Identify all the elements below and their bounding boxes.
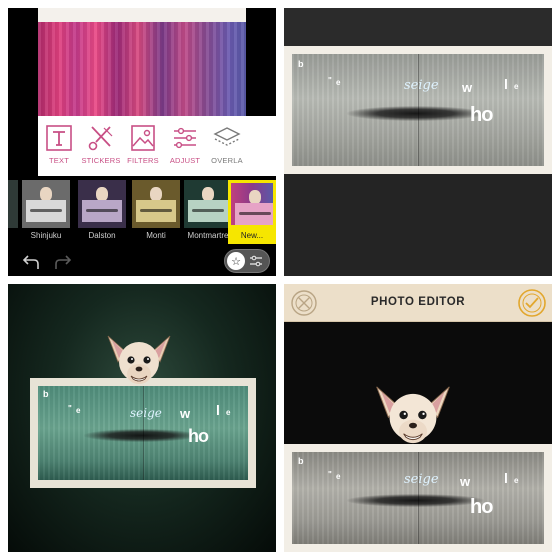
sticker-script: seige xyxy=(404,472,439,487)
dog-thumb-icon xyxy=(150,187,162,201)
sticker-letter: ho xyxy=(188,426,209,446)
sticker-letter: e xyxy=(336,78,341,87)
favorites-toggle[interactable]: ☆ xyxy=(224,249,270,273)
sticker-letter: l xyxy=(216,402,220,418)
dog-thumb-icon xyxy=(249,190,261,204)
scissors-icon xyxy=(88,126,113,151)
sticker-letter: " xyxy=(328,470,332,479)
sticker-letter: w xyxy=(460,474,471,489)
photo-image: b " e seige w l e ho xyxy=(292,54,544,166)
tune-icon xyxy=(250,255,262,267)
bottom-bar: ☆ xyxy=(8,246,276,276)
filters-tool-button[interactable]: FILTERS xyxy=(122,116,164,176)
sticker-letter: e xyxy=(336,472,341,481)
chihuahua-icon xyxy=(376,386,450,444)
photo-image: b " e seige w l e ho xyxy=(38,386,248,480)
sliders-icon xyxy=(174,127,196,149)
stickers-tool-button[interactable]: STICKERS xyxy=(80,116,122,176)
dog-thumb-icon xyxy=(202,187,214,201)
filters-tool-label: FILTERS xyxy=(127,156,159,165)
overlay-tool-label: OVERLA xyxy=(211,156,243,165)
redo-icon[interactable] xyxy=(52,252,72,272)
page-title: PHOTO EDITOR xyxy=(370,296,466,308)
filter-new[interactable]: New... xyxy=(228,180,276,244)
filter-label: New... xyxy=(240,231,264,240)
sticker-letter: e xyxy=(514,476,519,485)
text-tool-button[interactable]: TEXT xyxy=(38,116,80,176)
sticker-letter: e xyxy=(226,408,231,417)
confirm-check-icon[interactable] xyxy=(516,287,548,319)
filter-thumb-partial[interactable] xyxy=(8,180,18,244)
adjust-tool-label: ADJUST xyxy=(169,156,201,165)
undo-icon[interactable] xyxy=(22,252,42,272)
photo-print: b " e seige w l e ho xyxy=(30,378,256,488)
filter-strip: Shinjuku Dalston Monti Montmartre New... xyxy=(8,178,276,246)
sticker-letter: b xyxy=(43,389,49,399)
dog-thumb-icon xyxy=(96,187,108,201)
header-bar: PHOTO EDITOR xyxy=(284,284,552,322)
filter-shinjuku[interactable]: Shinjuku xyxy=(22,180,70,244)
overlay-tool-button[interactable]: OVERLA xyxy=(206,116,248,176)
filter-monti[interactable]: Monti xyxy=(132,180,180,244)
sticker-letter: ho xyxy=(470,496,493,518)
photo-print: b " e seige w l e ho xyxy=(284,46,552,174)
sticker-script: seige xyxy=(130,406,162,420)
sticker-letter: " xyxy=(68,404,72,413)
sticker-letter: b xyxy=(298,456,304,466)
photo-panel-gray: b " e seige w l e ho xyxy=(284,8,552,276)
filter-label: Dalston xyxy=(88,231,116,240)
sticker-letter: e xyxy=(76,406,81,415)
sticker-letter: l xyxy=(504,76,508,92)
filter-label: Monti xyxy=(146,231,166,240)
layers-icon xyxy=(213,127,241,146)
stickers-tool-label: STICKERS xyxy=(81,156,121,165)
photo-panel-green: b " e seige w l e ho xyxy=(8,284,276,552)
dog-thumb-icon xyxy=(40,187,52,201)
sticker-letter: b xyxy=(298,59,304,69)
sticker-letter: " xyxy=(328,76,332,85)
text-tool-label: TEXT xyxy=(49,156,69,165)
sticker-letter: w xyxy=(462,80,473,95)
filter-label: Shinjuku xyxy=(30,231,62,240)
photo-preview xyxy=(38,8,246,116)
sticker-letter: w xyxy=(180,406,191,421)
sticker-letter: ho xyxy=(470,104,493,126)
image-icon xyxy=(131,125,155,151)
filter-dalston[interactable]: Dalston xyxy=(78,180,126,244)
sticker-letter: l xyxy=(504,470,508,486)
chihuahua-sticker[interactable] xyxy=(104,332,174,388)
text-box-icon xyxy=(46,125,72,151)
star-icon: ☆ xyxy=(227,252,245,270)
photo-editor-panel: PHOTO EDITOR b " e seige w l e ho xyxy=(284,284,552,552)
sticker-letter: e xyxy=(514,82,519,91)
photo-print: b " e seige w l e ho xyxy=(284,444,552,552)
photo-image: b " e seige w l e ho xyxy=(292,452,544,544)
editor-panel: TEXT STICKERS FILTERS ADJUST OVERLA Shin… xyxy=(8,8,276,276)
adjust-tool-button[interactable]: ADJUST xyxy=(164,116,206,176)
sticker-script: seige xyxy=(404,78,439,93)
chihuahua-icon xyxy=(107,335,171,384)
chihuahua-sticker[interactable] xyxy=(372,382,454,448)
tool-bar: TEXT STICKERS FILTERS ADJUST OVERLA xyxy=(38,116,276,176)
